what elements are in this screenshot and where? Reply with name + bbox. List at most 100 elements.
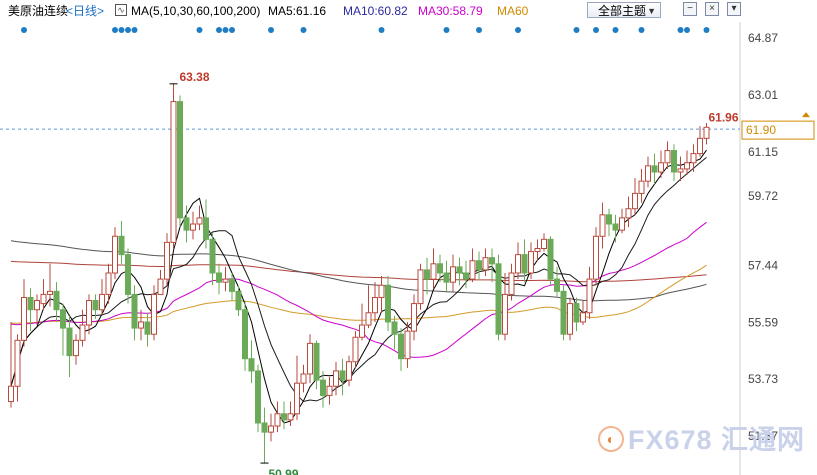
signal-dot: [703, 27, 710, 33]
signal-dot: [638, 27, 645, 33]
candle-down: [92, 300, 99, 311]
candle-down: [560, 290, 567, 335]
candle-up: [79, 324, 86, 341]
candle-up: [372, 296, 378, 314]
y-tick-label: 53.73: [748, 372, 778, 386]
candle-up: [138, 321, 144, 329]
candle-down: [398, 333, 404, 360]
candle-down: [144, 321, 151, 335]
signal-dot: [229, 27, 235, 33]
y-tick-label: 61.15: [748, 145, 778, 159]
candle-down: [489, 257, 495, 265]
candle-down: [476, 260, 482, 271]
candle-down: [209, 238, 216, 274]
y-tick-label: 64.87: [748, 31, 778, 45]
candle-up: [105, 272, 112, 295]
candle-up: [469, 260, 476, 280]
alert-triangle-icon: [802, 112, 810, 118]
signal-dot: [21, 27, 27, 33]
candle-up: [34, 300, 40, 311]
candle-down: [573, 303, 580, 323]
candle-up: [352, 336, 359, 363]
candle-down: [612, 223, 619, 231]
candle-down: [385, 284, 391, 323]
watermark-brand: FX678 汇通网: [628, 425, 806, 455]
low-label: 50.99: [269, 467, 299, 475]
signal-dot: [112, 27, 118, 33]
signal-dot: [300, 27, 307, 33]
candle-up: [515, 254, 521, 274]
candle-up: [638, 180, 645, 194]
candle-down: [339, 370, 346, 381]
candle-up: [450, 266, 456, 283]
candle-up: [268, 425, 274, 433]
candle-up: [365, 312, 372, 326]
candle-down: [131, 293, 138, 329]
candle-down: [242, 309, 248, 360]
signal-dot: [677, 27, 684, 33]
last-label: 61.96: [709, 110, 739, 124]
candle-up: [703, 126, 710, 139]
candle-down: [651, 165, 658, 173]
candle-down: [261, 422, 268, 433]
candle-up: [196, 217, 203, 225]
candle-down: [671, 150, 677, 173]
candle-up: [430, 263, 437, 280]
candle-up: [586, 278, 593, 314]
signal-dot: [515, 27, 521, 33]
fx678-logo-icon: ◐: [598, 426, 624, 452]
candle-down: [53, 290, 60, 311]
candle-up: [47, 290, 53, 295]
signal-dot: [118, 27, 125, 33]
candle-up: [300, 373, 307, 384]
candle-up: [502, 293, 508, 335]
candle-up: [580, 312, 586, 323]
candle-up: [593, 235, 599, 280]
y-tick-label: 63.01: [748, 88, 778, 102]
y-tick-label: 57.44: [748, 259, 778, 273]
high-label: 63.38: [180, 70, 210, 84]
candle-up: [697, 137, 703, 155]
candle-up: [346, 361, 352, 381]
candle-up: [99, 293, 105, 311]
candle-down: [281, 413, 287, 421]
watermark: ◐ FX678 汇通网: [598, 425, 808, 455]
candle-up: [684, 162, 690, 170]
signal-dot: [593, 27, 599, 33]
y-tick-label: 55.59: [748, 315, 778, 329]
candle-up: [658, 162, 664, 173]
candle-down: [606, 214, 612, 225]
candle-up: [541, 238, 547, 249]
candle-up: [14, 339, 21, 387]
signal-dot: [573, 27, 580, 33]
candle-up: [274, 413, 281, 427]
candle-down: [456, 266, 463, 274]
signal-dot: [684, 27, 690, 33]
candle-up: [73, 339, 79, 357]
signal-dot: [125, 27, 131, 33]
candle-up: [40, 293, 47, 305]
signal-dot: [216, 27, 222, 33]
candle-down: [118, 235, 125, 256]
candlestick-chart[interactable]: 64.8763.0161.1559.7257.4455.5953.7351.87…: [0, 0, 817, 475]
candle-up: [333, 370, 339, 387]
candle-up: [567, 303, 573, 335]
candle-up: [86, 300, 92, 326]
candle-up: [112, 235, 118, 274]
candle-down: [229, 278, 235, 292]
candle-up: [151, 293, 157, 335]
candle-up: [632, 192, 638, 210]
candle-up: [294, 382, 300, 415]
signal-dot: [222, 27, 229, 33]
candle-up: [287, 413, 294, 421]
candle-down: [60, 309, 66, 329]
candle-up: [645, 165, 651, 182]
candle-down: [125, 254, 131, 295]
candle-up: [411, 303, 417, 332]
candle-up: [8, 385, 14, 403]
signal-dot: [476, 27, 482, 33]
signal-dot: [378, 27, 385, 33]
candle-up: [677, 168, 684, 173]
candle-up: [222, 278, 229, 283]
candle-down: [183, 217, 190, 231]
